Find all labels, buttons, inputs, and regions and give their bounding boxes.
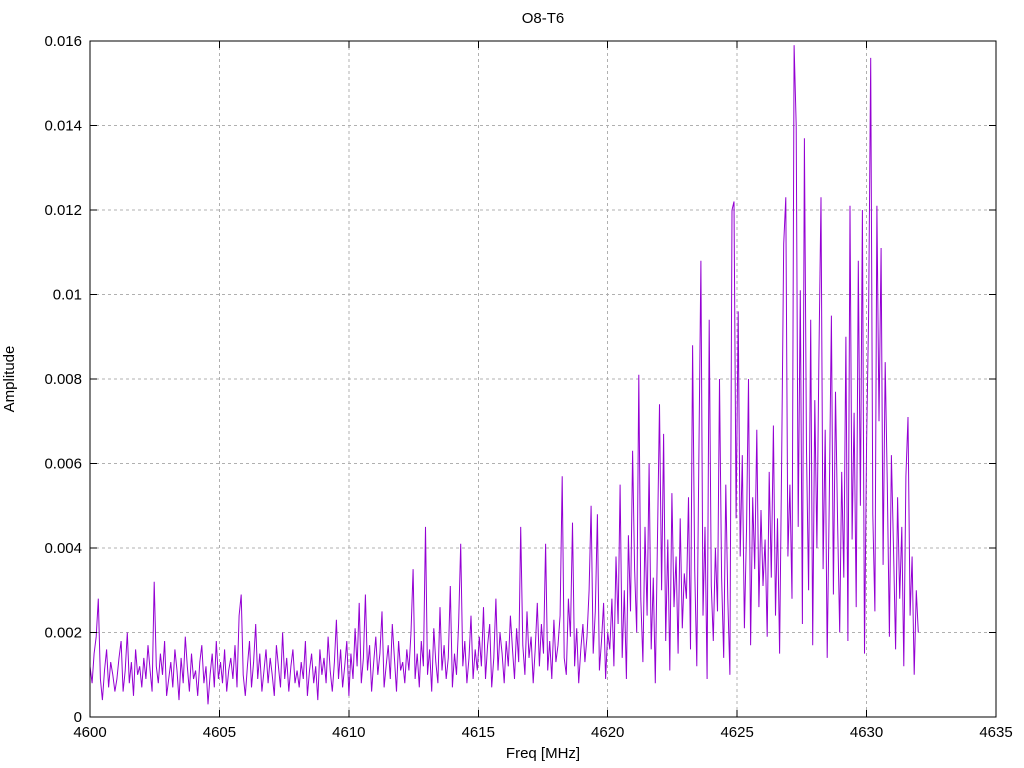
y-axis-label: Amplitude	[1, 346, 18, 413]
tick-label: 0.016	[44, 33, 82, 50]
tick-label: 4605	[203, 724, 236, 741]
series-line	[89, 45, 919, 705]
chart-container: 4600 4605 4610 4615 4620 4625 4630 4635 0 0.002 0…	[0, 0, 1024, 768]
grid-layer	[90, 41, 996, 717]
tick-label: 0.002	[44, 625, 82, 642]
plot-svg: 4600 4605 4610 4615 4620 4625 4630 4635 00.0020…	[1, 10, 1013, 762]
tick-label: 4620	[591, 724, 624, 741]
tick-label: 0.004	[44, 540, 82, 557]
tick-label: 4610	[332, 724, 365, 741]
tick-label: 0.014	[44, 118, 82, 135]
tick-label: 0.012	[44, 202, 82, 219]
tick-label: 0.01	[53, 287, 82, 304]
tick-label: 4625	[720, 724, 753, 741]
x-axis-label: Freq [MHz]	[506, 745, 580, 762]
chart-title: O8-T6	[522, 10, 565, 27]
tick-label: 0.008	[44, 371, 82, 388]
tick-label: 4615	[462, 724, 495, 741]
y-tick-labels: 0 0.002 0.004 0.006 0.008 0.01 0.012 0.014 0.016	[44, 33, 82, 726]
tick-label: 4635	[979, 724, 1012, 741]
tick-label: 4630	[850, 724, 883, 741]
tick-label: 4600	[73, 724, 106, 741]
x-tick-labels: 4600 4605 4610 4615 4620 4625 4630 4635	[73, 724, 1012, 741]
tick-label: 0	[74, 709, 82, 726]
tick-label: 0.006	[44, 456, 82, 473]
